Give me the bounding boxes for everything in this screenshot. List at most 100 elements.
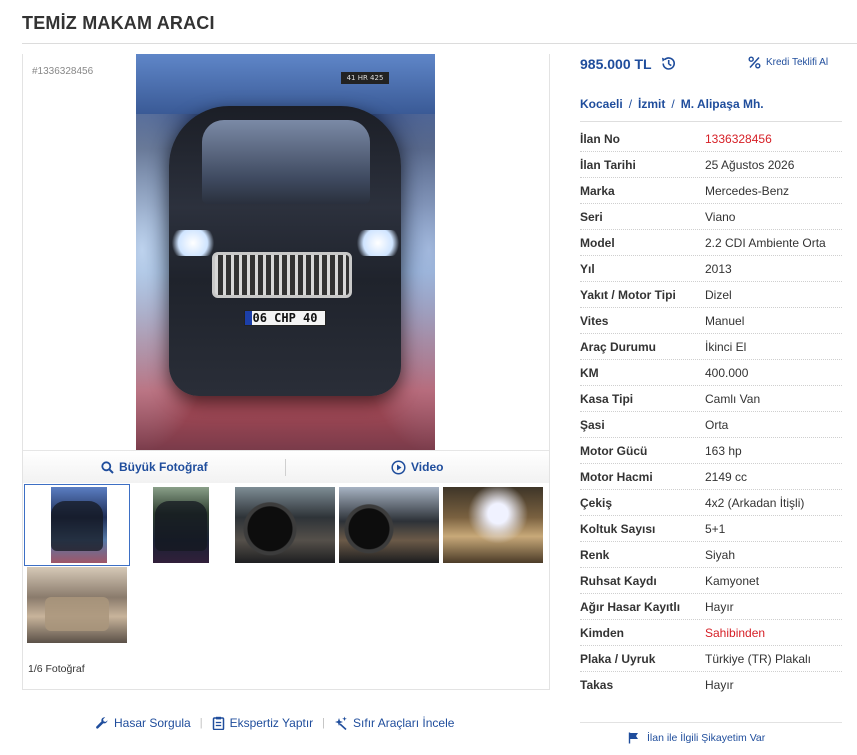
breadcrumb-separator: / [628, 97, 633, 111]
spec-row: Marka Mercedes-Benz [580, 178, 842, 204]
spec-row: Ruhsat Kaydı Kamyonet [580, 568, 842, 594]
spec-row: Yakıt / Motor Tipi Dizel [580, 282, 842, 308]
spec-row: Çekiş 4x2 (Arkadan İtişli) [580, 490, 842, 516]
big-photo-button[interactable]: Büyük Fotoğraf [101, 451, 208, 484]
breadcrumb-separator: / [671, 97, 675, 111]
spec-value: Kamyonet [705, 574, 760, 588]
spec-value: Orta [705, 418, 729, 432]
damage-query-label: Hasar Sorgula [114, 716, 191, 730]
spec-value: 25 Ağustos 2026 [705, 158, 795, 172]
new-cars-link[interactable]: Sıfır Araçları İncele [334, 716, 454, 730]
spec-value: 163 hp [705, 444, 742, 458]
price-value: 985.000 TL [580, 55, 652, 72]
license-plate: 06 CHP 40 [244, 310, 326, 326]
video-button[interactable]: Video [391, 451, 443, 484]
credit-offer-link[interactable]: Kredi Teklifi Al [748, 56, 828, 69]
spec-key: Seri [580, 210, 603, 224]
spec-value: 400.000 [705, 366, 749, 380]
complaint-label: İlan ile İlgili Şikayetim Var [647, 732, 766, 744]
spec-key: Kimden [580, 626, 625, 640]
photo-ceiling [136, 54, 435, 114]
spec-value: Viano [705, 210, 736, 224]
link-separator: | [199, 717, 203, 729]
location-city[interactable]: Kocaeli [580, 97, 623, 111]
spec-row: Kimden Sahibinden [580, 620, 842, 646]
wrench-icon [95, 716, 109, 730]
spec-value: 5+1 [705, 522, 726, 536]
complaint-link[interactable]: İlan ile İlgili Şikayetim Var [628, 732, 765, 744]
spec-key: Renk [580, 548, 610, 562]
spec-row: Vites Manuel [580, 308, 842, 334]
credit-offer-label: Kredi Teklifi Al [766, 57, 829, 68]
main-photo[interactable]: 41 HR 425 06 CHP 40 [136, 54, 435, 450]
spec-row: Model 2.2 CDI Ambiente Orta [580, 230, 842, 256]
spec-key: Araç Durumu [580, 340, 657, 354]
new-cars-label: Sıfır Araçları İncele [353, 716, 455, 730]
spec-key: Kasa Tipi [580, 392, 634, 406]
spec-value: 2013 [705, 262, 732, 276]
van-windshield [202, 120, 370, 204]
spec-key: Model [580, 236, 615, 250]
spec-value: Mercedes-Benz [705, 184, 790, 198]
spec-value: 2.2 CDI Ambiente Orta [705, 236, 826, 250]
spec-key: Takas [580, 678, 614, 692]
damage-query-link[interactable]: Hasar Sorgula [95, 716, 191, 730]
spec-key: İlan No [580, 132, 621, 146]
spec-value: Camlı Van [705, 392, 761, 406]
thumbnail-3[interactable] [235, 487, 335, 563]
spec-row: Ağır Hasar Kayıtlı Hayır [580, 594, 842, 620]
spec-value: Manuel [705, 314, 745, 328]
photo-counter: 1/6 Fotoğraf [28, 663, 85, 675]
spec-row: Renk Siyah [580, 542, 842, 568]
location-divider [580, 121, 842, 122]
complaint-divider [580, 722, 842, 723]
photo-actions-bar: Büyük Fotoğraf Video [23, 450, 549, 483]
percent-icon [748, 56, 761, 69]
price: 985.000 TL [580, 55, 677, 72]
spec-row: Şasi Orta [580, 412, 842, 438]
van-grille [212, 252, 352, 298]
spec-value: Hayır [705, 678, 734, 692]
listing-title: TEMİZ MAKAM ARACI [22, 13, 215, 33]
thumbnail-1[interactable] [24, 484, 130, 566]
spec-row: Motor Gücü 163 hp [580, 438, 842, 464]
spec-value: 2149 cc [705, 470, 748, 484]
spec-value: İkinci El [705, 340, 747, 354]
spec-row: Takas Hayır [580, 672, 842, 698]
spec-value: Siyah [705, 548, 736, 562]
spec-value: Dizel [705, 288, 732, 302]
flag-icon [628, 732, 640, 744]
spec-key: Çekiş [580, 496, 613, 510]
price-history-icon[interactable] [660, 55, 677, 72]
search-icon [101, 461, 114, 474]
thumbnail-2[interactable] [131, 487, 231, 563]
spec-row: Kasa Tipi Camlı Van [580, 386, 842, 412]
video-label: Video [411, 460, 444, 474]
spec-row: Yıl 2013 [580, 256, 842, 282]
location-neighborhood[interactable]: M. Alipaşa Mh. [681, 97, 764, 111]
spec-value: Türkiye (TR) Plakalı [705, 652, 812, 666]
location-district[interactable]: İzmit [638, 97, 665, 111]
expertise-label: Ekspertiz Yaptır [229, 716, 314, 730]
spec-key: Koltuk Sayısı [580, 522, 656, 536]
thumbnail-2-image [153, 487, 209, 563]
spec-key: Yakıt / Motor Tipi [580, 288, 676, 302]
spec-row: Koltuk Sayısı 5+1 [580, 516, 842, 542]
spec-key: KM [580, 366, 599, 380]
location-breadcrumb: Kocaeli / İzmit / M. Alipaşa Mh. [580, 97, 764, 111]
spec-row: Motor Hacmi 2149 cc [580, 464, 842, 490]
spec-key: Vites [580, 314, 609, 328]
thumbnail-5[interactable] [443, 487, 543, 563]
spec-row: Seri Viano [580, 204, 842, 230]
spec-key: Ağır Hasar Kayıtlı [580, 600, 681, 614]
link-separator: | [322, 717, 326, 729]
thumbnail-4[interactable] [339, 487, 439, 563]
play-circle-icon [391, 460, 406, 475]
spec-row: İlan Tarihi 25 Ağustos 2026 [580, 152, 842, 178]
spec-table: İlan No 1336328456 İlan Tarihi 25 Ağustos 2… [580, 126, 842, 698]
expertise-link[interactable]: Ekspertiz Yaptır [212, 716, 314, 730]
listing-id: #1336328456 [32, 66, 94, 77]
thumbnail-6[interactable] [27, 567, 127, 643]
spec-value: Sahibinden [705, 626, 766, 640]
clipboard-icon [212, 716, 225, 730]
